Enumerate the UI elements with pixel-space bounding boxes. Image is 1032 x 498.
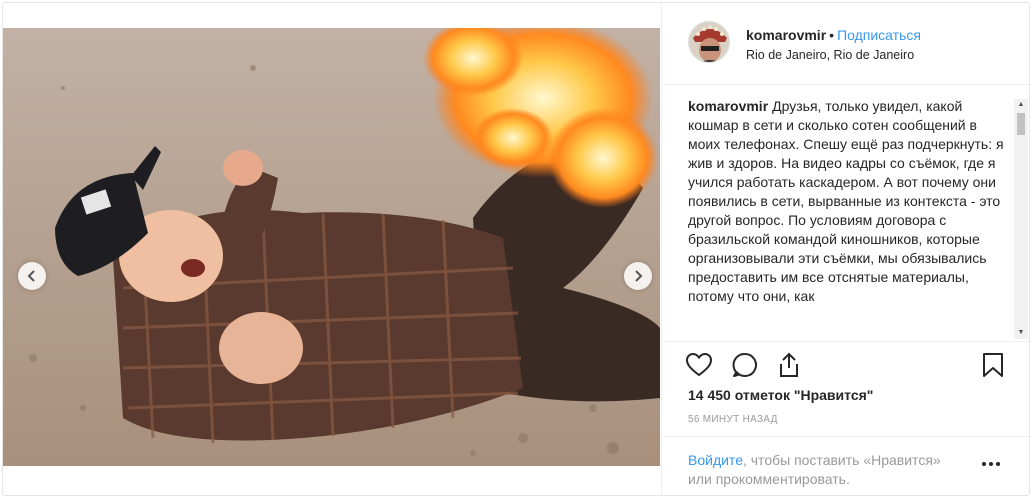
like-button[interactable] (684, 350, 714, 380)
comment-button[interactable] (730, 350, 760, 380)
post-photo (3, 28, 660, 466)
caption-text: Друзья, только увидел, какой кошмар в се… (688, 98, 1004, 304)
more-options-dot (996, 462, 1000, 466)
caption: komarovmir Друзья, только увидел, какой к… (688, 97, 1013, 306)
chevron-right-icon (635, 270, 643, 282)
post-timestamp[interactable]: 56 МИНУТ НАЗАД (688, 414, 778, 425)
comment-area: Войдите, чтобы поставить «Нравится» или … (662, 436, 1031, 495)
chevron-left-icon (27, 270, 35, 282)
save-button[interactable] (978, 350, 1008, 380)
carousel-prev-button[interactable] (18, 262, 46, 290)
header-user-line: komarovmir • Подписаться (746, 27, 921, 43)
location-link[interactable]: Rio de Janeiro, Rio de Janeiro (746, 48, 914, 62)
comment-icon (732, 352, 757, 377)
username-link[interactable]: komarovmir (746, 27, 826, 43)
bookmark-icon (983, 353, 1003, 377)
scroll-up-arrow[interactable]: ▲ (1014, 99, 1028, 111)
carousel-next-button[interactable] (624, 262, 652, 290)
login-link[interactable]: Войдите (688, 452, 743, 468)
more-options-icon (982, 462, 986, 466)
separator-dot: • (829, 27, 835, 43)
follow-button[interactable]: Подписаться (837, 27, 921, 43)
heart-icon (686, 353, 712, 377)
caption-area: komarovmir Друзья, только увидел, какой к… (688, 97, 1013, 337)
scroll-down-arrow[interactable]: ▼ (1014, 327, 1028, 339)
scroll-thumb[interactable] (1017, 113, 1025, 135)
avatar-image (689, 22, 729, 62)
share-button[interactable] (774, 350, 804, 380)
action-bar (662, 341, 1031, 385)
post-media[interactable] (3, 28, 660, 466)
instagram-post: komarovmir • Подписаться Rio de Janeiro, R… (0, 0, 1032, 498)
post-side-panel: komarovmir • Подписаться Rio de Janeiro, R… (661, 3, 1031, 495)
more-options-button[interactable] (982, 459, 1006, 469)
avatar[interactable] (688, 21, 730, 63)
post-header: komarovmir • Подписаться Rio de Janeiro, R… (662, 3, 1031, 85)
caption-scrollbar[interactable]: ▲ ▼ (1014, 99, 1028, 339)
likes-count[interactable]: 14 450 отметок "Нравится" (688, 387, 873, 403)
login-prompt: Войдите, чтобы поставить «Нравится» или … (688, 451, 968, 489)
more-options-dot (989, 462, 993, 466)
share-icon (780, 352, 798, 377)
caption-username[interactable]: komarovmir (688, 98, 768, 114)
